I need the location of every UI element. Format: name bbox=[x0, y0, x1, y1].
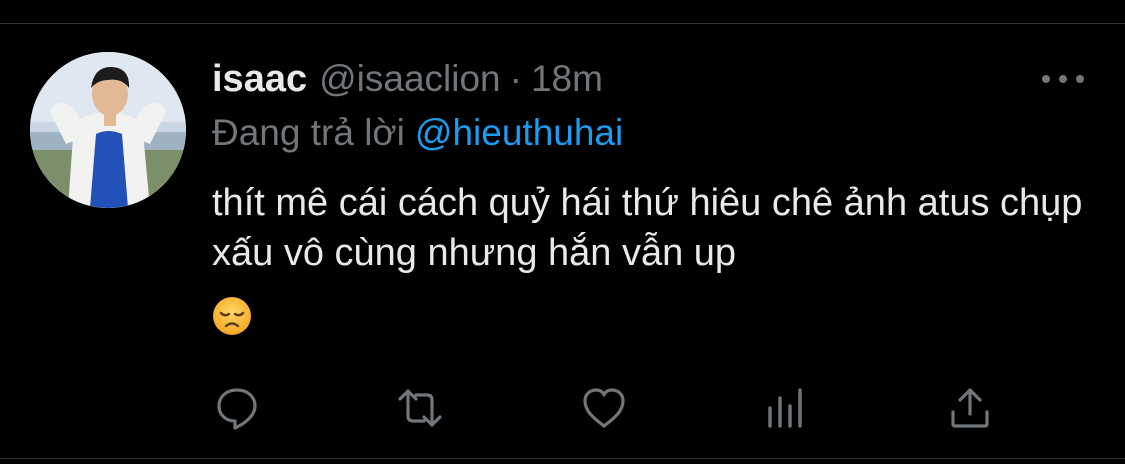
tweet-header: isaac @isaaclion · 18m bbox=[212, 58, 603, 102]
tweet-text: thít mê cái cách quỷ hái thứ hiêu chê ản… bbox=[212, 182, 1083, 274]
replying-to-label: Đang trả lời bbox=[212, 112, 405, 153]
reply-icon[interactable] bbox=[213, 384, 261, 432]
top-divider bbox=[0, 0, 1125, 24]
more-options-icon[interactable] bbox=[1038, 64, 1088, 94]
retweet-icon[interactable] bbox=[396, 384, 444, 432]
more-dot bbox=[1042, 75, 1050, 83]
display-name[interactable]: isaac bbox=[212, 58, 307, 101]
analytics-icon[interactable] bbox=[763, 384, 811, 432]
disappointed-face-emoji-icon bbox=[212, 296, 252, 336]
separator-dot: · bbox=[509, 58, 522, 99]
user-handle[interactable]: @isaaclion bbox=[319, 58, 501, 100]
heart-icon[interactable] bbox=[580, 384, 628, 432]
timestamp[interactable]: 18m bbox=[531, 58, 603, 100]
replying-to-line: Đang trả lời @hieuthuhai bbox=[212, 112, 623, 154]
reply-mention-link[interactable]: @hieuthuhai bbox=[415, 112, 623, 153]
avatar[interactable] bbox=[30, 52, 186, 208]
more-dot bbox=[1076, 75, 1084, 83]
more-dot bbox=[1059, 75, 1067, 83]
bottom-divider bbox=[0, 458, 1125, 459]
share-icon[interactable] bbox=[946, 384, 994, 432]
